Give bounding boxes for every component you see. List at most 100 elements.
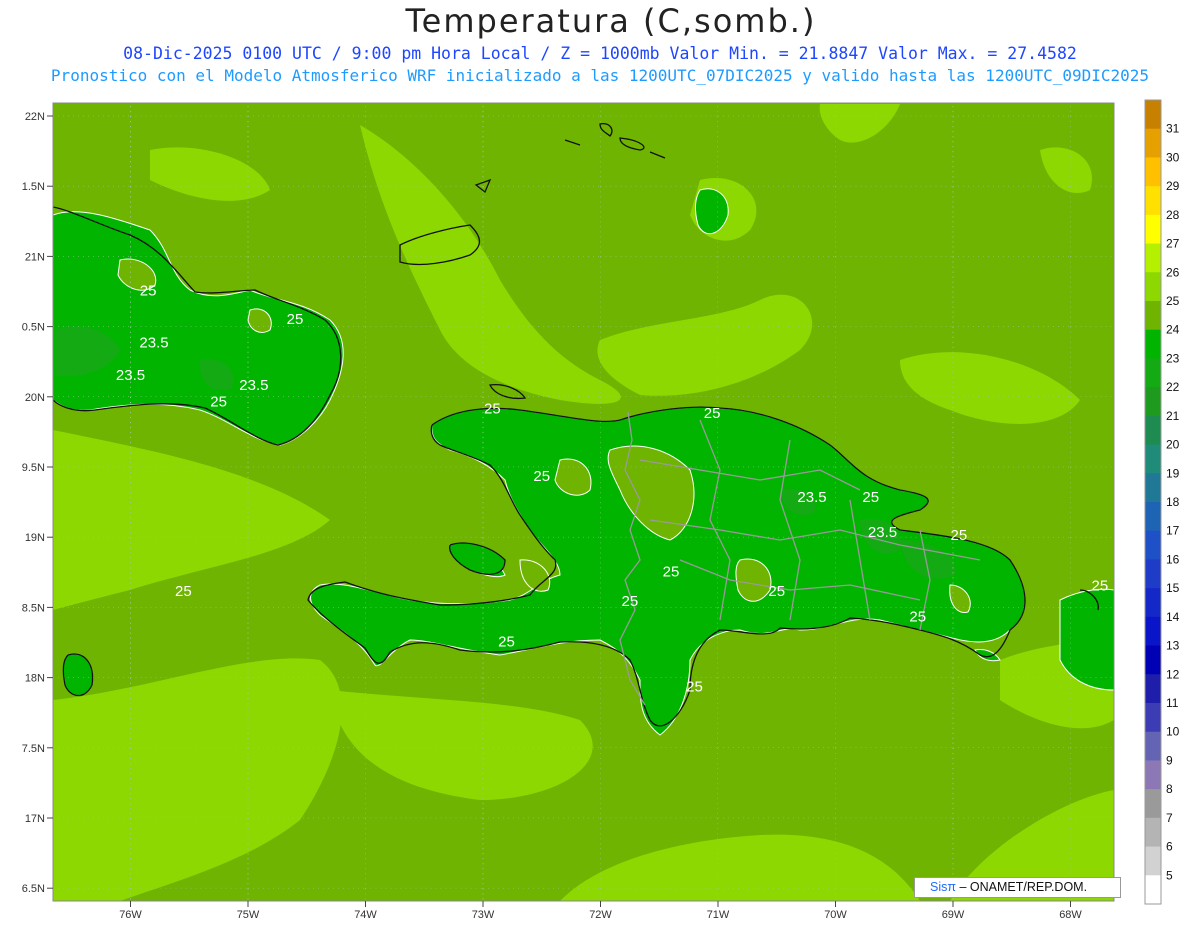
colorbar-swatch bbox=[1145, 530, 1161, 560]
colorbar-swatch bbox=[1145, 186, 1161, 216]
lat-tick-label: 0.5N bbox=[22, 322, 45, 334]
colorbar-label: 24 bbox=[1166, 323, 1180, 337]
contour-label: 25 bbox=[951, 527, 968, 544]
colorbar: 31 30 29 28 27 26 25 24 23 22 21 20 19 18 17 16 15 14 13 12… bbox=[1144, 99, 1180, 905]
contour-label: 25 bbox=[287, 311, 304, 328]
colorbar-label: 16 bbox=[1166, 552, 1180, 566]
colorbar-label: 12 bbox=[1166, 667, 1180, 681]
colorbar-label: 15 bbox=[1166, 581, 1180, 595]
colorbar-label: 25 bbox=[1166, 294, 1180, 308]
lat-tick-label: 7.5N bbox=[22, 743, 45, 755]
colorbar-swatch bbox=[1145, 645, 1161, 675]
lat-tick-label: 1.5N bbox=[22, 181, 45, 193]
colorbar-swatch bbox=[1145, 301, 1161, 331]
colorbar-label: 5 bbox=[1166, 868, 1173, 882]
colorbar-label: 23 bbox=[1166, 351, 1180, 365]
colorbar-label: 18 bbox=[1166, 495, 1180, 509]
lon-tick-label: 69W bbox=[942, 909, 965, 921]
contour-label: 25 bbox=[498, 634, 515, 651]
colorbar-swatch bbox=[1145, 243, 1161, 273]
lat-tick-label: 17N bbox=[25, 813, 45, 825]
colorbar-swatch bbox=[1145, 875, 1161, 905]
map-field bbox=[53, 103, 1114, 901]
lat-tick-label: 21N bbox=[25, 251, 45, 263]
credit-text: – ONAMET/REP.DOM. bbox=[959, 880, 1088, 894]
lat-tick-label: 9.5N bbox=[22, 462, 45, 474]
credit-brand: Sisπ bbox=[930, 880, 956, 894]
colorbar-swatch bbox=[1145, 502, 1161, 532]
temperature-map: 25 25 23.5 23.5 23.5 25 25 25 25 23.5 25 23.5 25 25 25… bbox=[22, 99, 1180, 921]
colorbar-swatch bbox=[1145, 387, 1161, 417]
colorbar-swatch bbox=[1145, 272, 1161, 302]
colorbar-label: 30 bbox=[1166, 150, 1180, 164]
lon-tick-label: 74W bbox=[354, 909, 377, 921]
colorbar-label: 7 bbox=[1166, 811, 1173, 825]
colorbar-label: 10 bbox=[1166, 725, 1180, 739]
colorbar-label: 17 bbox=[1166, 524, 1180, 538]
colorbar-label: 29 bbox=[1166, 179, 1180, 193]
longitude-axis: 76W 75W 74W 73W 72W 71W 70W 69W 68W bbox=[119, 901, 1082, 921]
colorbar-label: 11 bbox=[1166, 696, 1179, 710]
contour-label: 25 bbox=[175, 583, 192, 600]
contour-label: 23.5 bbox=[139, 335, 168, 352]
lon-tick-label: 75W bbox=[237, 909, 260, 921]
lat-tick-label: 18N bbox=[25, 673, 45, 685]
contour-label: 23.5 bbox=[116, 367, 145, 384]
lon-tick-label: 73W bbox=[472, 909, 495, 921]
lat-tick-label: 20N bbox=[25, 392, 45, 404]
contour-label: 25 bbox=[909, 608, 926, 625]
lat-tick-label: 6.5N bbox=[22, 883, 45, 895]
contour-label: 23.5 bbox=[797, 489, 826, 506]
colorbar-swatch bbox=[1145, 760, 1161, 790]
colorbar-swatch bbox=[1145, 616, 1161, 647]
contour-label: 25 bbox=[622, 593, 639, 610]
colorbar-label: 9 bbox=[1166, 753, 1173, 767]
colorbar-swatch bbox=[1145, 789, 1161, 819]
contour-label: 25 bbox=[533, 468, 550, 485]
colorbar-label: 6 bbox=[1166, 840, 1173, 854]
colorbar-swatch bbox=[1145, 588, 1161, 618]
colorbar-swatch bbox=[1145, 703, 1161, 733]
contour-label: 25 bbox=[1092, 578, 1109, 595]
colorbar-swatch bbox=[1145, 329, 1161, 359]
colorbar-label: 21 bbox=[1166, 409, 1180, 423]
colorbar-label: 19 bbox=[1166, 466, 1180, 480]
colorbar-label: 26 bbox=[1166, 265, 1180, 279]
contour-label: 25 bbox=[210, 394, 227, 411]
colorbar-swatch bbox=[1145, 473, 1161, 503]
lon-tick-label: 71W bbox=[707, 909, 730, 921]
lon-tick-label: 68W bbox=[1059, 909, 1082, 921]
colorbar-label: 8 bbox=[1166, 782, 1173, 796]
lat-lon-grid bbox=[53, 103, 1114, 901]
colorbar-swatch bbox=[1145, 846, 1161, 876]
lat-tick-label: 19N bbox=[25, 532, 45, 544]
colorbar-label: 22 bbox=[1166, 380, 1180, 394]
colorbar-label: 20 bbox=[1166, 438, 1180, 452]
lon-tick-label: 70W bbox=[824, 909, 847, 921]
contour-label: 25 bbox=[484, 401, 501, 418]
lon-tick-label: 72W bbox=[589, 909, 612, 921]
contour-label: 25 bbox=[862, 489, 879, 506]
lon-tick-label: 76W bbox=[119, 909, 142, 921]
contour-label: 25 bbox=[704, 405, 721, 422]
colorbar-swatch bbox=[1145, 817, 1161, 848]
contour-label: 23.5 bbox=[239, 377, 268, 394]
colorbar-label: 13 bbox=[1166, 639, 1180, 653]
colorbar-swatch bbox=[1145, 358, 1161, 388]
colorbar-label: 27 bbox=[1166, 237, 1180, 251]
lat-tick-label: 22N bbox=[25, 111, 45, 123]
colorbar-label: 28 bbox=[1166, 208, 1180, 222]
colorbar-label: 31 bbox=[1166, 122, 1180, 136]
contour-label: 25 bbox=[140, 283, 157, 300]
colorbar-swatch bbox=[1145, 128, 1161, 158]
contour-label: 25 bbox=[768, 583, 785, 600]
contour-label: 25 bbox=[663, 564, 680, 581]
colorbar-swatch bbox=[1145, 214, 1161, 245]
colorbar-swatch bbox=[1145, 157, 1161, 187]
colorbar-swatch bbox=[1145, 674, 1161, 704]
colorbar-swatch bbox=[1145, 559, 1161, 589]
lat-tick-label: 8.5N bbox=[22, 602, 45, 614]
latitude-axis: 22N 1.5N 21N 0.5N 20N 9.5N 19N 8.5N 18N 7.5N 17N 6.… bbox=[22, 111, 53, 895]
colorbar-swatch bbox=[1145, 731, 1161, 761]
contour-label: 25 bbox=[686, 679, 703, 696]
